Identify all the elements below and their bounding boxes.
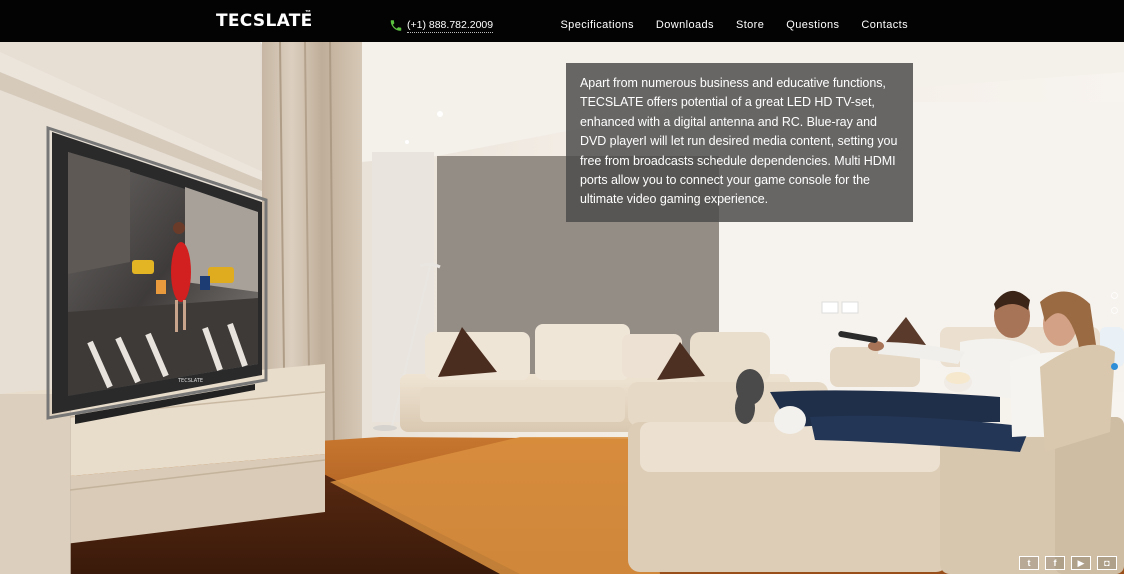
main-nav: Specifications Downloads Store Questions… [560, 19, 908, 31]
living-room-illustration: TECSLATE [0, 42, 1124, 574]
hero-living-room-image: TECSLATE t f ▶ ◘ [0, 42, 1124, 574]
tv-brand-label: TECSLATE [177, 378, 203, 384]
youtube-icon[interactable]: ▶ [1071, 556, 1091, 570]
nav-specifications[interactable]: Specifications [560, 19, 633, 31]
social-links: t f ▶ ◘ [1019, 556, 1117, 570]
hero-description-box: Apart from numerous business and educati… [566, 63, 913, 222]
facebook-icon[interactable]: f [1045, 556, 1065, 570]
nav-questions[interactable]: Questions [786, 19, 839, 31]
phone-icon [390, 20, 402, 31]
phone-contact[interactable]: (+1) 888.782.2009 [389, 18, 494, 33]
slide-dot-2[interactable] [1111, 307, 1118, 314]
logo-trademark: ™ [305, 10, 311, 16]
slide-dot-3[interactable] [1111, 363, 1118, 370]
nav-contacts[interactable]: Contacts [861, 19, 908, 31]
instagram-icon[interactable]: ◘ [1097, 556, 1117, 570]
slide-dot-1[interactable] [1111, 292, 1118, 299]
logo[interactable]: TECSLATE [216, 11, 313, 31]
phone-number[interactable]: (+1) 888.782.2009 [407, 19, 494, 33]
nav-store[interactable]: Store [736, 19, 764, 31]
twitter-icon[interactable]: t [1019, 556, 1039, 570]
nav-downloads[interactable]: Downloads [656, 19, 714, 31]
top-navigation-bar: TECSLATE ™ (+1) 888.782.2009 Specificati… [0, 0, 1124, 42]
hero-description-text: Apart from numerous business and educati… [580, 76, 898, 207]
